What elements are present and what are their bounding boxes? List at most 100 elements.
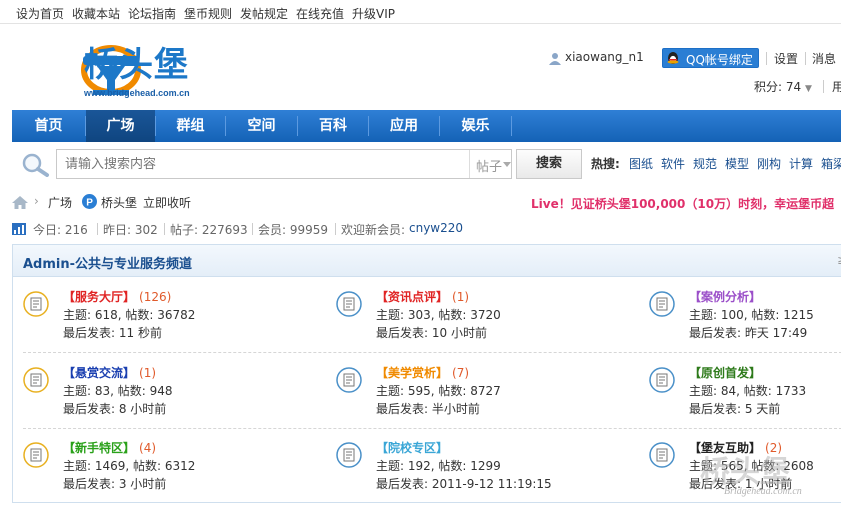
nav-square[interactable]: 广场 [86, 110, 155, 142]
forum-topics: 主题: 303, 帖数: 3720 [376, 308, 501, 322]
forum-last-post[interactable]: 最后发表: 2011-9-12 11:19:15 [376, 475, 552, 492]
forum-item[interactable]: 【院校专区】 主题: 192, 帖数: 1299 最后发表: 2011-9-12 1… [336, 438, 586, 498]
watermark-logo: 桥头堡 [700, 455, 790, 490]
forum-name-link[interactable]: 【资讯点评】 (1) [376, 288, 469, 305]
site-logo-text[interactable]: 桥头堡 [84, 37, 189, 86]
username-link[interactable]: xiaowang_n1 [565, 50, 644, 64]
row-divider [23, 352, 841, 353]
user-icon [549, 53, 561, 65]
search-button[interactable]: 搜索 [516, 149, 582, 179]
forum-new-count: (7) [452, 366, 470, 380]
hot-search-item[interactable]: 箱梁 [821, 155, 841, 172]
forum-board-icon[interactable] [336, 291, 362, 317]
forum-name-link[interactable]: 【新手特区】 (4) [63, 439, 156, 456]
forum-section-header: Admin-公共与专业服务频道 ≥ [13, 245, 841, 277]
search-type-select[interactable]: 帖子 [469, 150, 515, 178]
forum-last-post[interactable]: 最后发表: 8 小时前 [63, 400, 166, 417]
user-group-link[interactable]: 用 [832, 78, 841, 95]
forum-last-post[interactable]: 最后发表: 昨天 17:49 [689, 324, 807, 341]
stat-posts: 帖子: 227693 [170, 223, 248, 237]
forum-board-icon[interactable] [649, 291, 675, 317]
forum-board-icon[interactable] [649, 442, 675, 468]
hot-search-item[interactable]: 规范 [693, 155, 717, 172]
toplink-guide[interactable]: 论坛指南 [128, 5, 176, 22]
messages-link[interactable]: 消息 [812, 50, 836, 67]
forum-item[interactable]: 【新手特区】 (4) 主题: 1469, 帖数: 6312 最后发表: 3 小时前 [23, 438, 273, 498]
search-box: 帖子 [56, 149, 512, 179]
forum-name-link[interactable]: 【原创首发】 [689, 364, 765, 381]
stat-divider [252, 223, 253, 235]
forum-item[interactable]: 【资讯点评】 (1) 主题: 303, 帖数: 3720 最后发表: 10 小时前 [336, 287, 586, 347]
forum-topics: 主题: 595, 帖数: 8727 [376, 384, 501, 398]
score-divider [823, 80, 824, 93]
chevron-down-icon [503, 162, 511, 167]
forum-board-icon[interactable] [23, 291, 49, 317]
forum-name: 【原创首发】 [689, 366, 762, 380]
forum-item[interactable]: 【原创首发】 主题: 84, 帖数: 1733 最后发表: 5 天前 [649, 363, 841, 423]
stat-yesterday: 昨日: 302 [103, 223, 158, 237]
nav-divider [511, 116, 512, 136]
toplink-bookmark[interactable]: 收藏本站 [72, 5, 120, 22]
breadcrumb-square[interactable]: 广场 [48, 194, 72, 211]
forum-last-post[interactable]: 最后发表: 10 小时前 [376, 324, 487, 341]
toplink-coin-rules[interactable]: 堡币规则 [184, 5, 232, 22]
forum-last-post[interactable]: 最后发表: 5 天前 [689, 400, 780, 417]
forum-last-post[interactable]: 最后发表: 11 秒前 [63, 324, 162, 341]
watermark-url: Bridgehead.com.cn [724, 486, 802, 497]
forum-new-count: (1) [452, 290, 470, 304]
forum-section-title[interactable]: Admin-公共与专业服务频道 [23, 253, 192, 272]
settings-link[interactable]: 设置 [774, 50, 798, 67]
site-logo-url: www.bridgehead.com.cn [84, 88, 190, 98]
forum-name-link[interactable]: 【院校专区】 [376, 439, 452, 456]
forum-board-icon[interactable] [649, 367, 675, 393]
hot-search-item[interactable]: 计算 [789, 155, 813, 172]
forum-topics: 主题: 1469, 帖数: 6312 [63, 459, 196, 473]
forum-item[interactable]: 【美学赏析】 (7) 主题: 595, 帖数: 8727 最后发表: 半小时前 [336, 363, 586, 423]
user-bar-divider [805, 52, 806, 65]
nav-space[interactable]: 空间 [226, 110, 297, 142]
live-announcement[interactable]: Live！见证桥头堡100,000（10万）时刻，幸运堡币超 [531, 195, 834, 212]
toplink-upgrade-vip[interactable]: 升级VIP [352, 5, 395, 22]
toplink-post-rules[interactable]: 发帖规定 [240, 5, 288, 22]
forum-board-icon[interactable] [336, 442, 362, 468]
nav-groups[interactable]: 群组 [156, 110, 225, 142]
forum-name-link[interactable]: 【服务大厅】 (126) [63, 288, 171, 305]
listen-now-link[interactable]: 立即收听 [143, 194, 191, 211]
forum-item[interactable]: 【案例分析】 主题: 100, 帖数: 1215 最后发表: 昨天 17:49 [649, 287, 841, 347]
hot-search-item[interactable]: 图纸 [629, 155, 653, 172]
toplink-recharge[interactable]: 在线充值 [296, 5, 344, 22]
forum-item[interactable]: 【服务大厅】 (126) 主题: 618, 帖数: 36782 最后发表: 11 秒前 [23, 287, 273, 347]
forum-name-link[interactable]: 【案例分析】 [689, 288, 765, 305]
forum-name: 【案例分析】 [689, 290, 762, 304]
forum-last-post[interactable]: 最后发表: 3 小时前 [63, 475, 166, 492]
qq-bind-button[interactable]: QQ帐号绑定 [662, 48, 759, 68]
search-icon [22, 153, 49, 177]
forum-last-post[interactable]: 最后发表: 半小时前 [376, 400, 480, 417]
breadcrumb-bridgehead[interactable]: 桥头堡 [101, 194, 137, 211]
forum-board-icon[interactable] [23, 442, 49, 468]
hot-search-item[interactable]: 软件 [661, 155, 685, 172]
forum-name-link[interactable]: 【悬赏交流】 (1) [63, 364, 156, 381]
forum-name: 【院校专区】 [376, 441, 449, 455]
collapse-toggle-icon[interactable]: ≥ [837, 253, 841, 267]
main-nav: 首页 广场 群组 空间 百科 应用 娱乐 [12, 110, 841, 142]
score-dropdown[interactable]: 积分: 74 ▼ [754, 78, 812, 95]
stat-divider [335, 223, 336, 235]
new-member-link[interactable]: cnyw220 [409, 221, 463, 235]
forum-item[interactable]: 【悬赏交流】 (1) 主题: 83, 帖数: 948 最后发表: 8 小时前 [23, 363, 273, 423]
forum-board-icon[interactable] [336, 367, 362, 393]
nav-home[interactable]: 首页 [12, 110, 85, 142]
home-icon[interactable] [12, 196, 28, 209]
qq-penguin-icon [667, 52, 679, 64]
forum-new-count: (126) [139, 290, 172, 304]
forum-topics: 主题: 83, 帖数: 948 [63, 384, 173, 398]
nav-entertainment[interactable]: 娱乐 [440, 110, 511, 142]
forum-name-link[interactable]: 【美学赏析】 (7) [376, 364, 469, 381]
nav-wiki[interactable]: 百科 [298, 110, 368, 142]
toplink-set-homepage[interactable]: 设为首页 [16, 5, 64, 22]
forum-board-icon[interactable] [23, 367, 49, 393]
search-input[interactable] [65, 157, 455, 172]
nav-apps[interactable]: 应用 [369, 110, 439, 142]
hot-search-item[interactable]: 刚构 [757, 155, 781, 172]
hot-search-item[interactable]: 模型 [725, 155, 749, 172]
